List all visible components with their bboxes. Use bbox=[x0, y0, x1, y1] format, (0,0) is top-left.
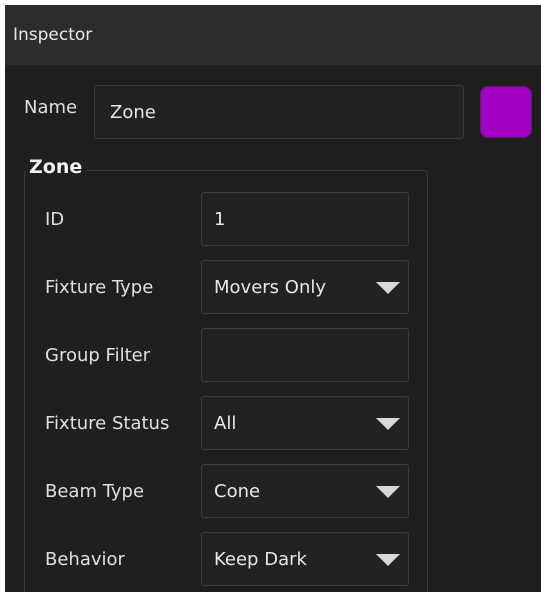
behavior-dropdown[interactable]: Keep Dark bbox=[201, 532, 409, 586]
id-input-value: 1 bbox=[214, 208, 226, 230]
name-label: Name bbox=[24, 97, 78, 118]
fixture-status-value: All bbox=[214, 412, 237, 434]
inspector-panel: Inspector Name Zone Zone ID 1 Fixture Ty… bbox=[5, 5, 541, 592]
fixture-status-dropdown[interactable]: All bbox=[201, 396, 409, 450]
group-filter-input[interactable] bbox=[201, 328, 409, 382]
beam-type-label: Beam Type bbox=[45, 480, 145, 502]
beam-type-value: Cone bbox=[214, 480, 261, 502]
chevron-down-icon bbox=[376, 282, 400, 294]
behavior-label: Behavior bbox=[45, 548, 125, 570]
fixture-type-dropdown[interactable]: Movers Only bbox=[201, 260, 409, 314]
inspector-title: Inspector bbox=[13, 25, 93, 45]
behavior-value: Keep Dark bbox=[214, 548, 307, 570]
name-input[interactable]: Zone bbox=[94, 85, 464, 139]
name-input-value: Zone bbox=[110, 101, 156, 123]
fixture-type-label: Fixture Type bbox=[45, 276, 154, 298]
group-filter-label: Group Filter bbox=[45, 344, 151, 366]
chevron-down-icon bbox=[376, 486, 400, 498]
chevron-down-icon bbox=[376, 418, 400, 430]
id-label: ID bbox=[45, 208, 65, 230]
zone-group-title: Zone bbox=[26, 156, 88, 178]
fixture-status-label: Fixture Status bbox=[45, 412, 170, 434]
color-swatch-button[interactable] bbox=[480, 86, 532, 138]
beam-type-dropdown[interactable]: Cone bbox=[201, 464, 409, 518]
inspector-title-bar: Inspector bbox=[5, 5, 541, 65]
fixture-type-value: Movers Only bbox=[214, 276, 326, 298]
id-input[interactable]: 1 bbox=[201, 192, 409, 246]
chevron-down-icon bbox=[376, 554, 400, 566]
